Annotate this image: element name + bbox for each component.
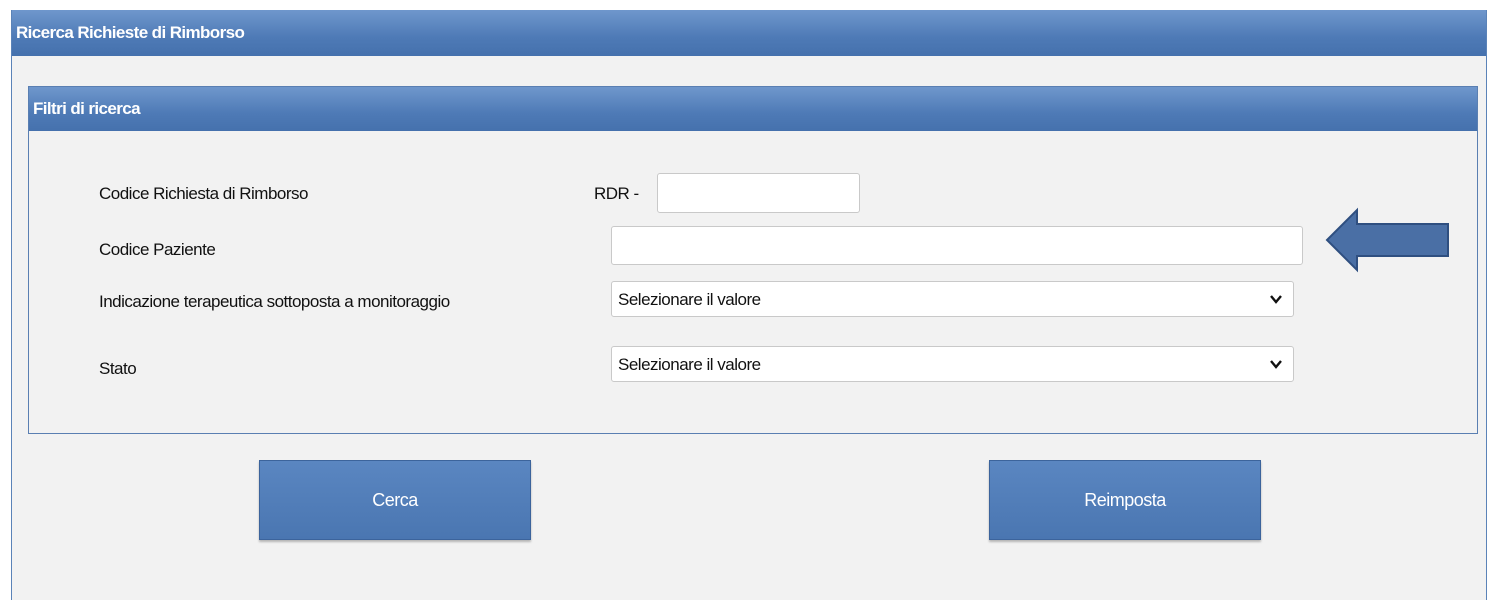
chevron-down-icon [1270, 360, 1282, 369]
search-button[interactable]: Cerca [259, 460, 531, 540]
filter-panel-title: Filtri di ricerca [29, 87, 1477, 131]
rdr-prefix: RDR - [594, 184, 639, 203]
codice-paziente-input[interactable] [611, 226, 1303, 265]
search-window: Ricerca Richieste di Rimborso Filtri di … [11, 10, 1487, 600]
stato-select[interactable]: Selezionare il valore [611, 346, 1294, 382]
indicazione-select-value: Selezionare il valore [618, 290, 761, 309]
indicazione-select[interactable]: Selezionare il valore [611, 281, 1294, 317]
reset-button[interactable]: Reimposta [989, 460, 1261, 540]
codice-paziente-label: Codice Paziente [99, 240, 216, 259]
stato-label: Stato [99, 359, 137, 378]
left-arrow-icon [1325, 207, 1449, 273]
window-title: Ricerca Richieste di Rimborso [12, 10, 1486, 56]
indicazione-label: Indicazione terapeutica sottoposta a mon… [99, 292, 450, 311]
chevron-down-icon [1270, 295, 1282, 304]
codice-rdr-input[interactable] [657, 173, 860, 213]
stato-select-value: Selezionare il valore [618, 355, 761, 374]
codice-rdr-label: Codice Richiesta di Rimborso [99, 184, 308, 203]
